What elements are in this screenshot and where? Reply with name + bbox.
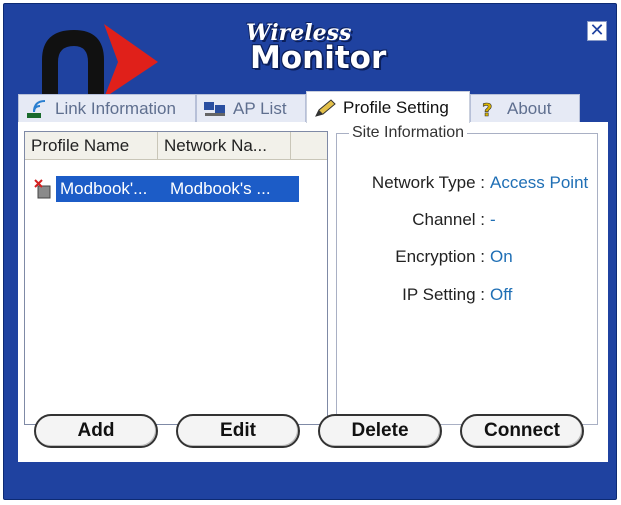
- field-label: IP Setting :: [402, 285, 485, 304]
- field-label: Network Type :: [371, 173, 485, 192]
- brand-logo: [42, 24, 158, 98]
- close-icon: ✕: [589, 20, 605, 40]
- tab-bar: Link Information AP List Profile Setting…: [18, 91, 586, 123]
- delete-button[interactable]: Delete: [318, 414, 442, 448]
- cell-profile-name: Modbook'...: [60, 179, 148, 198]
- column-header-network-name[interactable]: Network Na...: [158, 132, 291, 159]
- profile-status-icon: [33, 178, 55, 200]
- computers-icon: [203, 99, 227, 119]
- tab-profile-setting[interactable]: Profile Setting: [306, 91, 470, 123]
- field-label: Encryption :: [395, 247, 485, 266]
- tab-about[interactable]: ? About: [470, 94, 580, 122]
- cell-network-name: Modbook's ...: [170, 179, 271, 198]
- list-header: Profile Name Network Na...: [25, 132, 327, 160]
- field-network-type: Network Type : Access Point: [337, 171, 597, 195]
- field-encryption: Encryption : On: [337, 245, 597, 269]
- field-value: On: [490, 247, 513, 266]
- app-title: Wireless Monitor: [240, 18, 410, 88]
- title-monitor: Monitor: [250, 40, 387, 76]
- site-information-group: Site Information Network Type : Access P…: [336, 124, 598, 425]
- field-value: Access Point: [490, 173, 589, 192]
- tab-label: AP List: [233, 98, 287, 118]
- field-label: Channel :: [412, 210, 485, 229]
- tab-label: Link Information: [55, 98, 176, 118]
- field-value: -: [490, 210, 496, 229]
- add-button[interactable]: Add: [34, 414, 158, 448]
- connect-button[interactable]: Connect: [460, 414, 584, 448]
- signal-icon: [25, 99, 49, 119]
- tab-label: Profile Setting: [343, 97, 449, 117]
- tab-label: About: [507, 98, 552, 118]
- pencil-icon: [313, 98, 337, 118]
- field-value: Off: [490, 285, 513, 304]
- site-information-legend: Site Information: [349, 124, 468, 142]
- field-channel: Channel : -: [337, 208, 597, 232]
- question-icon: ?: [477, 99, 501, 121]
- list-item[interactable]: Modbook'... Modbook's ...: [31, 176, 299, 202]
- svg-text:?: ?: [482, 100, 492, 119]
- edit-button[interactable]: Edit: [176, 414, 300, 448]
- field-ip-setting: IP Setting : Off: [337, 283, 597, 307]
- close-button[interactable]: ✕: [587, 21, 607, 41]
- tab-ap-list[interactable]: AP List: [196, 94, 306, 122]
- profile-setting-panel: Profile Name Network Na... Modbook'... M…: [18, 122, 608, 462]
- column-header-profile-name[interactable]: Profile Name: [25, 132, 158, 159]
- profile-list[interactable]: Profile Name Network Na... Modbook'... M…: [24, 131, 328, 425]
- tab-link-information[interactable]: Link Information: [18, 94, 196, 122]
